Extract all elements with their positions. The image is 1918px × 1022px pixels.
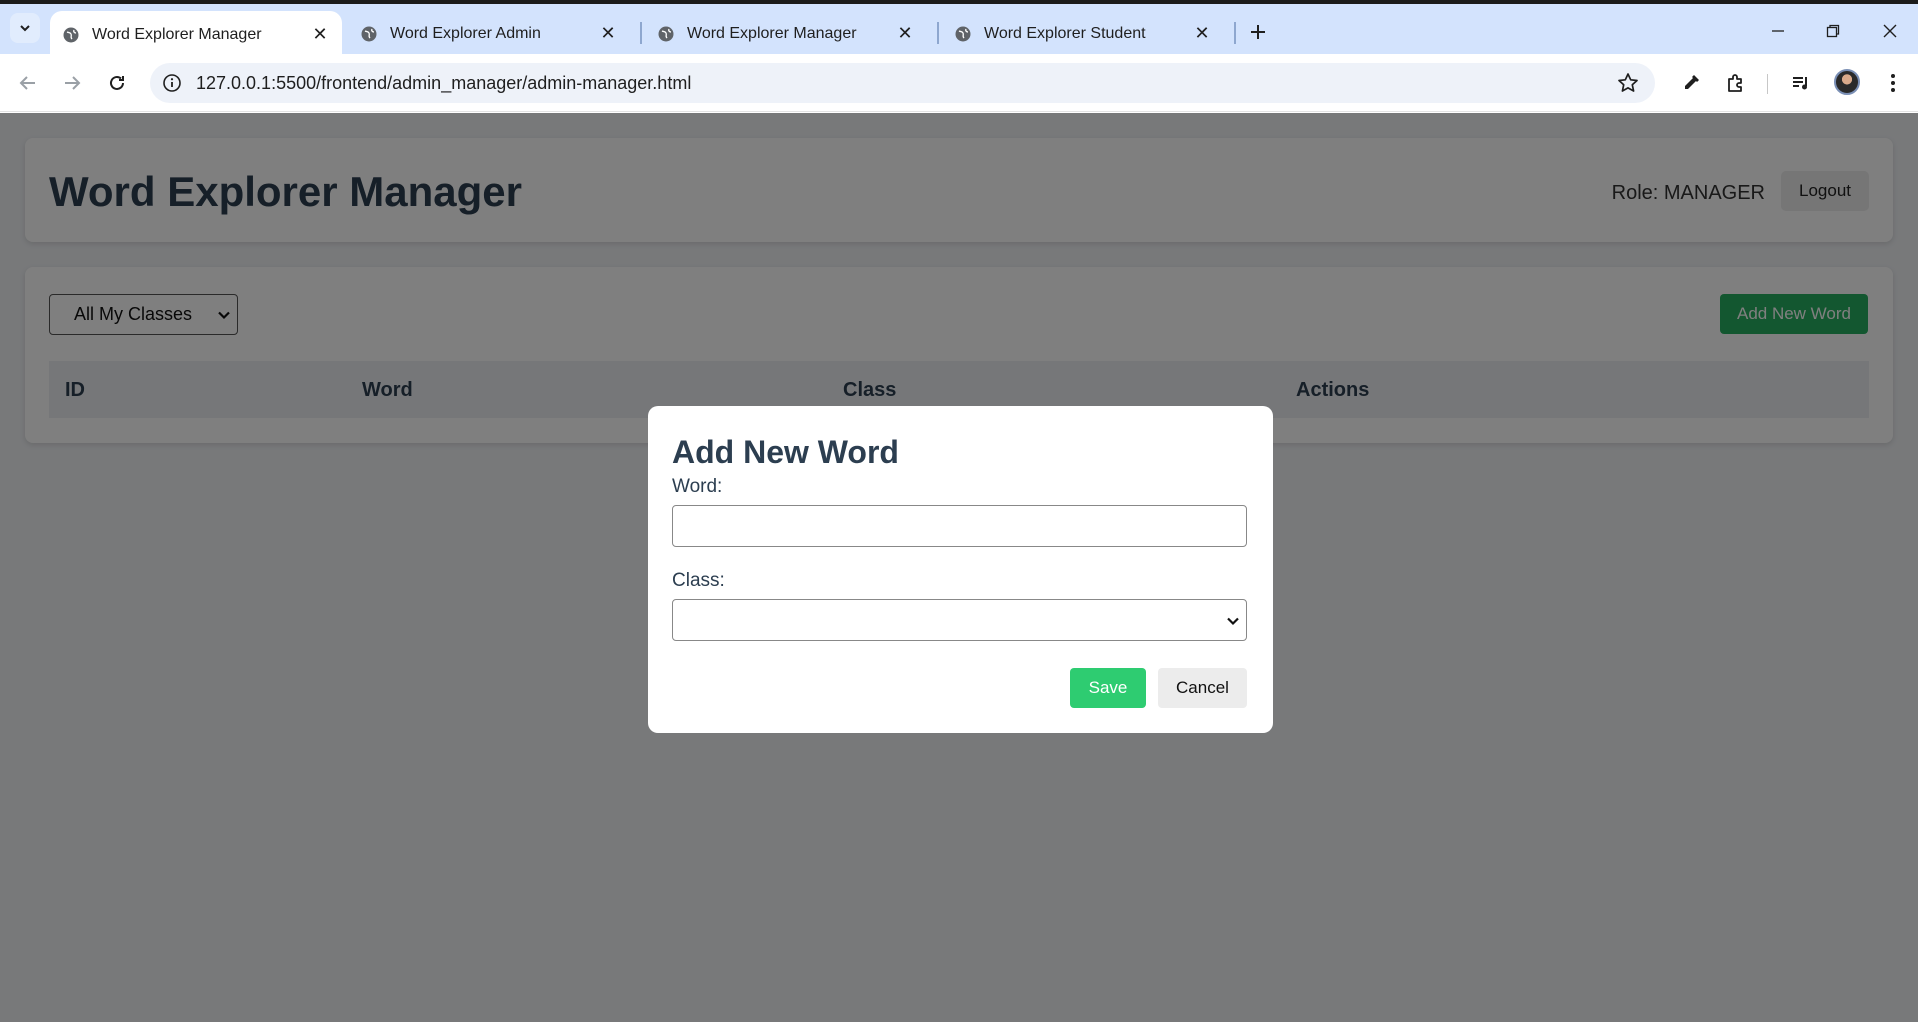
tab-close-icon[interactable]: ✕: [598, 23, 618, 44]
eyedropper-extension-button[interactable]: [1678, 70, 1704, 96]
extensions-button[interactable]: [1723, 70, 1749, 96]
close-window-button[interactable]: [1870, 16, 1910, 46]
chevron-down-icon: [1227, 617, 1239, 626]
tab-separator: [1234, 22, 1236, 44]
more-vertical-icon: [1891, 74, 1895, 92]
tab-title: Word Explorer Admin: [390, 24, 541, 42]
tab-title: Word Explorer Manager: [92, 25, 262, 43]
tab-word-explorer-manager-1[interactable]: Word Explorer Manager ✕: [50, 11, 342, 58]
site-info-icon[interactable]: [162, 73, 182, 93]
tab-close-icon[interactable]: ✕: [1192, 23, 1212, 44]
media-controls-button[interactable]: [1788, 70, 1814, 96]
plus-icon: [1251, 25, 1265, 39]
arrow-left-icon: [19, 76, 35, 90]
save-button[interactable]: Save: [1070, 668, 1146, 708]
url-text[interactable]: 127.0.0.1:5500/frontend/admin_manager/ad…: [196, 73, 691, 94]
tab-close-icon[interactable]: ✕: [310, 24, 330, 45]
tab-separator: [640, 22, 642, 44]
minimize-button[interactable]: [1758, 16, 1798, 46]
puzzle-icon: [1728, 74, 1742, 92]
word-label: Word:: [672, 476, 723, 497]
bookmark-star-icon[interactable]: [1617, 72, 1639, 94]
restore-button[interactable]: [1813, 16, 1853, 46]
playlist-icon: [1793, 77, 1807, 90]
close-icon: [1883, 24, 1897, 38]
tab-title: Word Explorer Manager: [687, 24, 857, 42]
address-bar[interactable]: 127.0.0.1:5500/frontend/admin_manager/ad…: [150, 63, 1655, 103]
minimize-icon: [1772, 30, 1784, 32]
arrow-right-icon: [65, 76, 81, 90]
globe-icon: [955, 26, 971, 41]
add-word-modal: Add New Word Word: Class: Save Cancel: [648, 406, 1273, 733]
globe-icon: [658, 26, 674, 41]
word-input[interactable]: [672, 505, 1247, 547]
new-tab-button[interactable]: [1244, 18, 1272, 46]
tab-title: Word Explorer Student: [984, 24, 1146, 42]
reload-button[interactable]: [102, 68, 132, 98]
cancel-button[interactable]: Cancel: [1158, 668, 1247, 708]
globe-icon: [361, 26, 377, 41]
class-label: Class:: [672, 570, 725, 591]
browser-menu-button[interactable]: [1880, 70, 1906, 96]
class-select[interactable]: [672, 599, 1247, 641]
toolbar-divider: [1767, 74, 1768, 94]
tab-word-explorer-admin[interactable]: Word Explorer Admin ✕: [348, 13, 630, 54]
tab-close-icon[interactable]: ✕: [895, 23, 915, 44]
tab-word-explorer-manager-2[interactable]: Word Explorer Manager ✕: [645, 13, 927, 54]
browser-toolbar: 127.0.0.1:5500/frontend/admin_manager/ad…: [0, 54, 1918, 112]
forward-button[interactable]: [57, 68, 87, 98]
tab-word-explorer-student[interactable]: Word Explorer Student ✕: [942, 13, 1224, 54]
reload-icon: [110, 75, 124, 90]
globe-icon: [63, 27, 79, 42]
tab-strip: Word Explorer Manager ✕ Word Explorer Ad…: [0, 4, 1918, 58]
tab-search-button[interactable]: [10, 13, 40, 43]
restore-icon: [1826, 24, 1840, 38]
modal-title: Add New Word: [672, 434, 899, 470]
tab-separator: [937, 22, 939, 44]
eyedropper-icon: [1685, 75, 1699, 89]
profile-avatar[interactable]: [1834, 69, 1860, 95]
back-button[interactable]: [13, 68, 43, 98]
chevron-down-icon: [20, 25, 30, 32]
